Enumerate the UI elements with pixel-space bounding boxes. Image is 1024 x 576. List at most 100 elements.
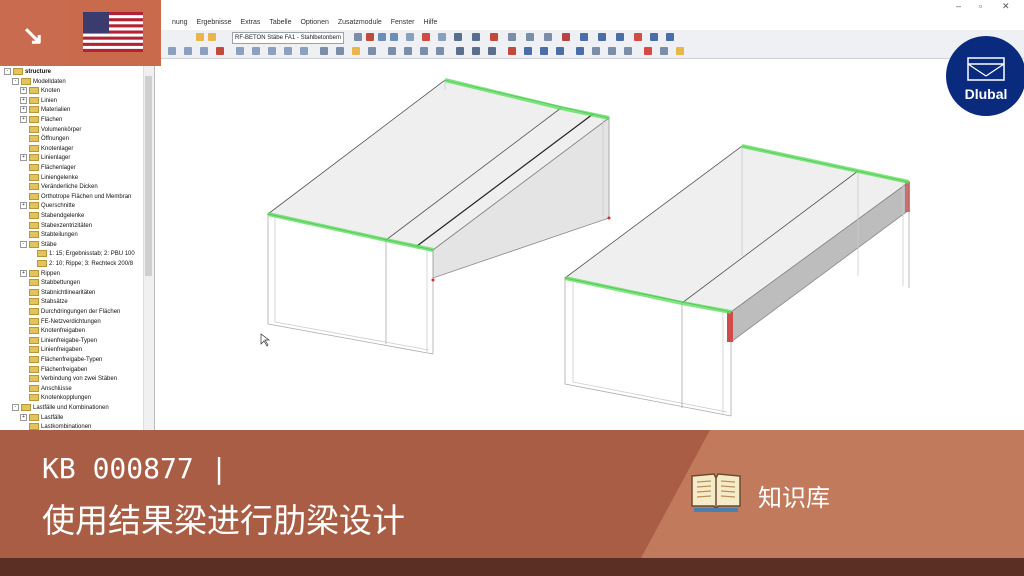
tree-item[interactable]: Stabendgelenke: [20, 212, 84, 222]
check-icon[interactable]: [508, 47, 516, 55]
render-icon[interactable]: [454, 33, 462, 41]
tree-item[interactable]: Anschlüsse: [20, 384, 72, 395]
tree-item[interactable]: - Modelldaten: [12, 77, 66, 88]
move-icon[interactable]: [608, 47, 616, 55]
calc-icon[interactable]: [336, 47, 344, 55]
solid-view-icon[interactable]: [472, 47, 480, 55]
folder-icon[interactable]: [196, 33, 204, 41]
menu-item-extras[interactable]: Extras: [241, 15, 261, 30]
tree-item[interactable]: Lastkombinationen: [20, 423, 91, 430]
settings-icon[interactable]: [650, 33, 658, 41]
module-combobox[interactable]: RF-BETON Stäbe FA1 - Stahlbetonbem: [232, 32, 344, 44]
expand-icon[interactable]: +: [20, 154, 27, 162]
copy-icon[interactable]: [660, 47, 668, 55]
menu-item-ergebnisse[interactable]: Ergebnisse: [197, 15, 232, 30]
surface-icon[interactable]: [268, 47, 276, 55]
minimize-icon[interactable]: –: [956, 1, 961, 11]
menu-item-fenster[interactable]: Fenster: [391, 15, 415, 30]
tree-item[interactable]: Verbindung von zwei Stäben: [20, 375, 117, 385]
menu-item-tabelle[interactable]: Tabelle: [269, 15, 291, 30]
expand-icon[interactable]: +: [20, 87, 27, 95]
color-icon[interactable]: [676, 47, 684, 55]
section-icon[interactable]: [438, 33, 446, 41]
tree-item[interactable]: + Materialien: [20, 106, 70, 116]
expand-icon[interactable]: +: [20, 413, 27, 421]
side-view-icon[interactable]: [436, 47, 444, 55]
close-icon[interactable]: ✕: [1002, 1, 1010, 12]
results-icon[interactable]: [366, 33, 374, 41]
expand-icon[interactable]: +: [20, 106, 27, 114]
menu-item-optionen[interactable]: Optionen: [300, 15, 328, 30]
delete-icon[interactable]: [644, 47, 652, 55]
screen-icon[interactable]: [580, 33, 588, 41]
menu-item-hilfe[interactable]: Hilfe: [423, 15, 437, 30]
tree-item[interactable]: + Rippen: [20, 269, 60, 280]
info-icon[interactable]: [616, 33, 624, 41]
mirror-icon[interactable]: [624, 47, 632, 55]
tree-item[interactable]: + Linienlager: [20, 154, 70, 164]
dim-icon[interactable]: [540, 47, 548, 55]
tree-item[interactable]: Stabexzentrizitäten: [20, 221, 92, 232]
tree-item[interactable]: Liniengelenke: [20, 173, 78, 184]
node-icon[interactable]: [236, 47, 244, 55]
table-icon[interactable]: [598, 33, 606, 41]
solid-icon[interactable]: [284, 47, 292, 55]
tree-item[interactable]: Stabbettungen: [20, 279, 80, 289]
wireframe-icon[interactable]: [456, 47, 464, 55]
menu-item-zusatzmodule[interactable]: Zusatzmodule: [338, 15, 382, 30]
tree-item[interactable]: 1: 15; Ergebnisstab; 2: PBU 100: [28, 250, 135, 260]
tree-item[interactable]: 2: 10; Rippe; 3: Rechteck 200/8: [28, 260, 133, 270]
tree-item[interactable]: Orthotrope Flächen und Membran: [20, 192, 131, 203]
menu-item-berechnung[interactable]: nung: [172, 15, 188, 30]
member-icon[interactable]: [422, 33, 430, 41]
print-icon[interactable]: [562, 33, 570, 41]
help-icon[interactable]: [666, 33, 674, 41]
save-icon[interactable]: [200, 47, 208, 55]
tree-item[interactable]: Flächenlager: [20, 164, 76, 174]
export-icon[interactable]: [634, 33, 642, 41]
tree-item[interactable]: + Flächen: [20, 116, 62, 126]
window-icon[interactable]: [208, 33, 216, 41]
tree-item[interactable]: Veränderliche Dicken: [20, 183, 98, 193]
deform-icon[interactable]: [368, 47, 376, 55]
grid-icon[interactable]: [544, 33, 552, 41]
tree-item[interactable]: + Knoten: [20, 87, 60, 97]
tree-item[interactable]: Knotenkopplungen: [20, 394, 91, 404]
tree-item[interactable]: Stabnichtlinearitäten: [20, 288, 95, 299]
line-icon[interactable]: [252, 47, 260, 55]
select-icon[interactable]: [508, 33, 516, 41]
maximize-icon[interactable]: ▫: [979, 1, 982, 11]
collapse-icon[interactable]: -: [12, 77, 19, 85]
expand-icon[interactable]: +: [20, 202, 27, 210]
support-icon[interactable]: [300, 47, 308, 55]
tree-item[interactable]: - Stäbe: [20, 240, 57, 251]
display-icon[interactable]: [406, 33, 414, 41]
tree-item[interactable]: Knotenfreigaben: [20, 327, 85, 337]
collapse-icon[interactable]: -: [12, 404, 19, 411]
tree-item[interactable]: Knotenlager: [20, 144, 73, 155]
model-viewport[interactable]: [155, 60, 1024, 430]
tree-item[interactable]: - Lastfälle und Kombinationen: [12, 404, 109, 414]
scrollbar-thumb[interactable]: [145, 76, 152, 276]
expand-icon[interactable]: +: [20, 269, 27, 277]
filter-icon[interactable]: [526, 33, 534, 41]
tree-item[interactable]: Linienfreigaben: [20, 346, 82, 356]
expand-icon[interactable]: +: [20, 96, 27, 104]
tree-item[interactable]: Öffnungen: [20, 135, 69, 145]
tree-item[interactable]: - structure: [4, 68, 51, 78]
tree-item[interactable]: Linienfreigabe-Typen: [20, 336, 97, 347]
guide-icon[interactable]: [576, 47, 584, 55]
tree-item[interactable]: Flächenfreigaben: [20, 365, 87, 376]
collapse-icon[interactable]: -: [4, 68, 11, 75]
results-view-icon[interactable]: [352, 47, 360, 55]
language-selector[interactable]: [66, 0, 161, 66]
navigator-scrollbar[interactable]: [143, 66, 154, 430]
new-icon[interactable]: [168, 47, 176, 55]
comment-icon[interactable]: [556, 47, 564, 55]
load-icon[interactable]: [320, 47, 328, 55]
rotate-icon[interactable]: [592, 47, 600, 55]
undo-icon[interactable]: [216, 47, 224, 55]
measure-icon[interactable]: [524, 47, 532, 55]
view-icon[interactable]: [390, 33, 398, 41]
iso-view-icon[interactable]: [388, 47, 396, 55]
